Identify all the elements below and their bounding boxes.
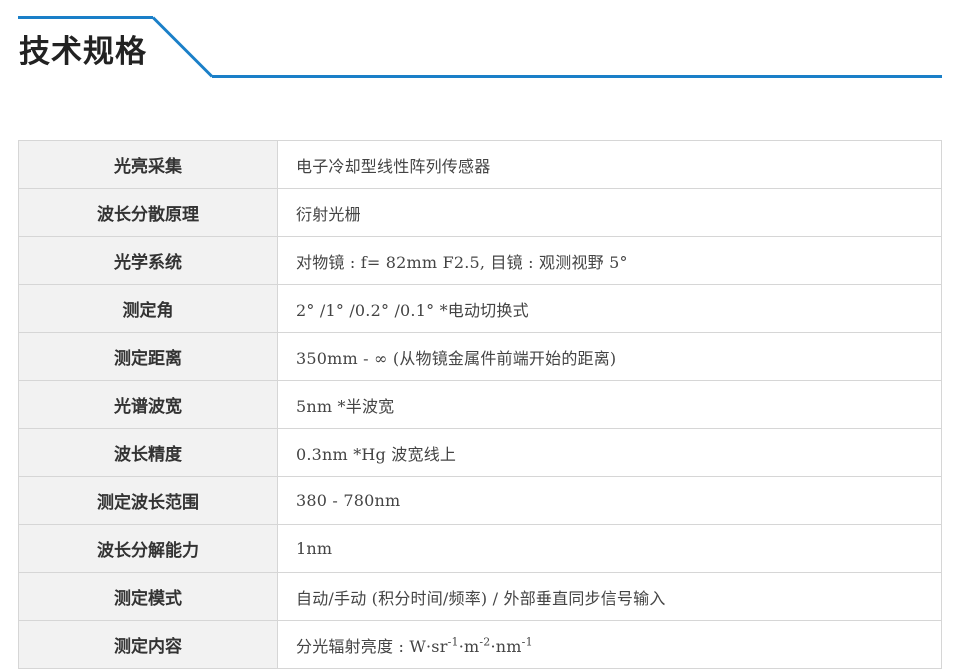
spec-value: 350mm - ∞ (从物镜金属件前端开始的距离) bbox=[277, 332, 942, 381]
unit-exponent: -1 bbox=[521, 635, 533, 649]
spec-value: 对物镜 : f= 82mm F2.5, 目镜 : 观测视野 5° bbox=[277, 236, 942, 285]
table-row: 测定内容 分光辐射亮度 : W·sr-1·m-2·nm-1 bbox=[18, 620, 942, 669]
unit-exponent: -2 bbox=[479, 635, 491, 649]
spec-label: 波长分解能力 bbox=[18, 524, 278, 573]
spec-label: 光学系统 bbox=[18, 236, 278, 285]
spec-label: 光谱波宽 bbox=[18, 380, 278, 429]
spec-value: 2° /1° /0.2° /0.1° *电动切换式 bbox=[277, 284, 942, 333]
spec-table: 光亮采集 电子冷却型线性阵列传感器 波长分散原理 衍射光栅 光学系统 对物镜 :… bbox=[18, 140, 942, 669]
table-row: 波长分解能力 1nm bbox=[18, 524, 942, 573]
unit-exponent: -1 bbox=[447, 635, 459, 649]
unit-part: ·nm bbox=[490, 636, 522, 656]
section-header: 技术规格 bbox=[0, 0, 979, 90]
spec-label: 测定距离 bbox=[18, 332, 278, 381]
spec-label: 测定内容 bbox=[18, 620, 278, 669]
table-row: 波长精度 0.3nm *Hg 波宽线上 bbox=[18, 428, 942, 477]
table-row: 光亮采集 电子冷却型线性阵列传感器 bbox=[18, 140, 942, 189]
table-row: 测定距离 350mm - ∞ (从物镜金属件前端开始的距离) bbox=[18, 332, 942, 381]
spec-label: 测定角 bbox=[18, 284, 278, 333]
spec-value: 0.3nm *Hg 波宽线上 bbox=[277, 428, 942, 477]
table-row: 测定模式 自动/手动 (积分时间/频率) / 外部垂直同步信号输入 bbox=[18, 572, 942, 621]
table-row: 波长分散原理 衍射光栅 bbox=[18, 188, 942, 237]
unit-part: ·m bbox=[458, 636, 480, 656]
table-row: 光谱波宽 5nm *半波宽 bbox=[18, 380, 942, 429]
page-title: 技术规格 bbox=[19, 34, 147, 70]
spec-value: 衍射光栅 bbox=[277, 188, 942, 237]
spec-value: 自动/手动 (积分时间/频率) / 外部垂直同步信号输入 bbox=[277, 572, 942, 621]
spec-label: 测定波长范围 bbox=[18, 476, 278, 525]
header-diagonal-line bbox=[151, 16, 214, 78]
spec-label: 光亮采集 bbox=[18, 140, 278, 189]
table-row: 测定角 2° /1° /0.2° /0.1° *电动切换式 bbox=[18, 284, 942, 333]
table-row: 光学系统 对物镜 : f= 82mm F2.5, 目镜 : 观测视野 5° bbox=[18, 236, 942, 285]
spec-value: 5nm *半波宽 bbox=[277, 380, 942, 429]
unit-prefix: 分光辐射亮度 : W·sr bbox=[296, 636, 448, 656]
spec-label: 波长精度 bbox=[18, 428, 278, 477]
spec-value: 380 - 780nm bbox=[277, 476, 942, 525]
spec-value: 电子冷却型线性阵列传感器 bbox=[277, 140, 942, 189]
spec-label: 波长分散原理 bbox=[18, 188, 278, 237]
spec-value-units: 分光辐射亮度 : W·sr-1·m-2·nm-1 bbox=[277, 620, 942, 669]
table-row: 测定波长范围 380 - 780nm bbox=[18, 476, 942, 525]
spec-value: 1nm bbox=[277, 524, 942, 573]
spec-label: 测定模式 bbox=[18, 572, 278, 621]
